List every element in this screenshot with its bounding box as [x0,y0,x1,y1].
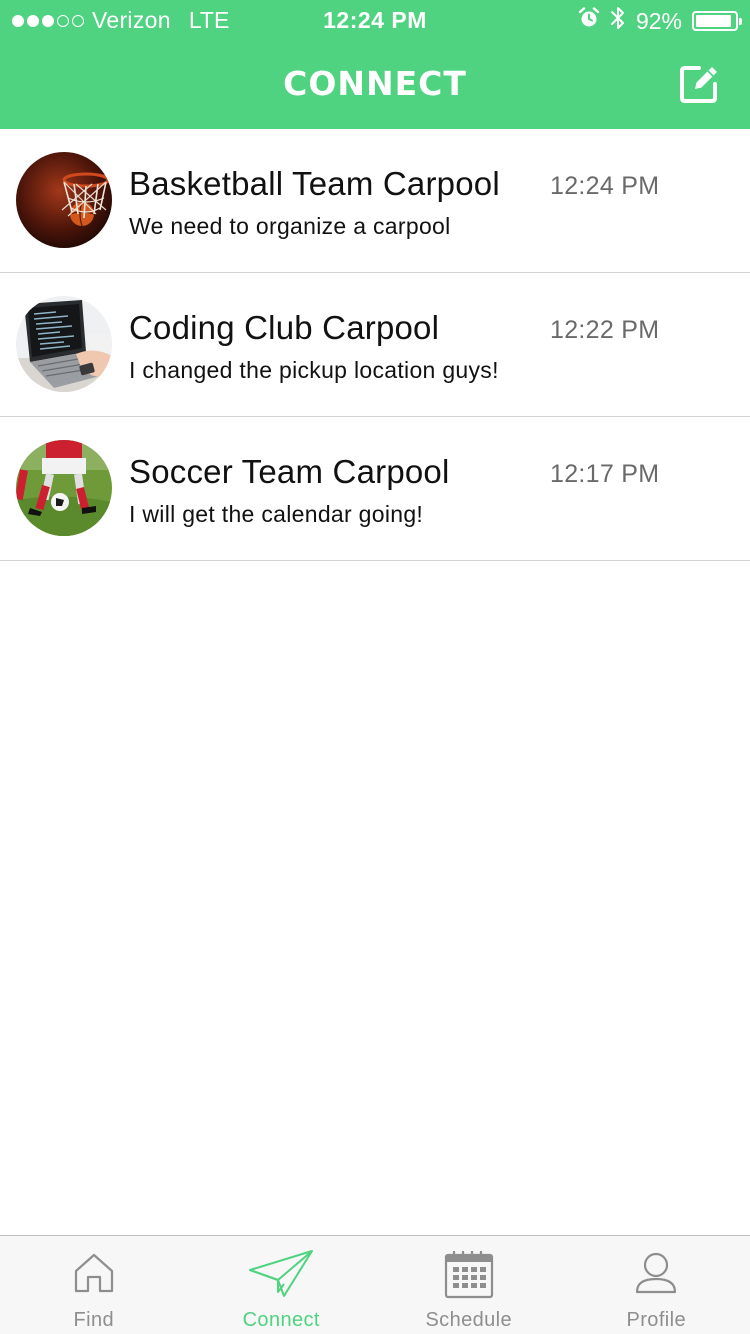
calendar-icon [444,1249,494,1304]
tab-label: Profile [626,1309,686,1331]
conversation-preview: I changed the pickup location guys! [129,357,499,383]
home-icon [72,1251,116,1300]
paper-plane-icon [248,1248,314,1305]
conversation-row[interactable]: Soccer Team Carpool I will get the calen… [0,417,750,561]
conversation-list: Basketball Team Carpool We need to organ… [0,129,750,561]
conversation-title: Coding Club Carpool [129,309,440,346]
battery-fill [696,15,731,27]
basketball-hoop-avatar [16,152,112,248]
conversation-row[interactable]: Basketball Team Carpool We need to organ… [0,129,750,273]
tab-bar: Find Connect Schedule Profile [0,1235,750,1334]
battery-cap [739,18,742,25]
tab-find[interactable]: Find [0,1236,188,1334]
app-header: Verizon LTE 12:24 PM 92% CONNECT [0,0,750,129]
conversation-title: Basketball Team Carpool [129,165,500,202]
bluetooth-icon [610,5,626,37]
tab-label: Find [73,1309,114,1331]
soccer-players-avatar [16,440,112,536]
status-right: 92% [578,5,742,37]
conversation-preview: I will get the calendar going! [129,501,424,527]
conversation-preview: We need to organize a carpool [129,213,451,239]
alarm-icon [578,7,600,35]
battery-icon [692,11,742,31]
tab-profile[interactable]: Profile [563,1236,750,1334]
tab-label: Connect [242,1309,320,1331]
laptop-coding-avatar [16,296,112,392]
compose-button[interactable] [677,62,721,106]
battery-percent: 92% [635,7,682,34]
tab-connect[interactable]: Connect [188,1236,376,1334]
compose-icon [680,66,717,103]
conversation-row[interactable]: Coding Club Carpool I changed the pickup… [0,273,750,417]
person-icon [634,1251,678,1300]
conversation-time: 12:17 PM [550,460,660,488]
tab-label: Schedule [425,1309,513,1331]
tab-schedule[interactable]: Schedule [375,1236,563,1334]
status-bar: Verizon LTE 12:24 PM 92% [0,0,750,40]
conversation-time: 12:24 PM [550,172,660,200]
conversation-time: 12:22 PM [550,316,660,344]
page-title: CONNECT [283,64,467,103]
conversation-title: Soccer Team Carpool [129,453,450,490]
